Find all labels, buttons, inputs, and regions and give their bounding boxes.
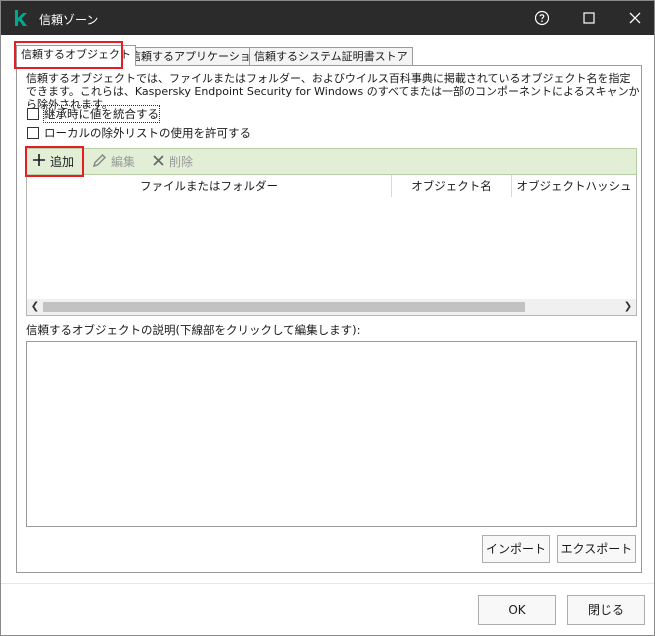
column-header-object-hash[interactable]: オブジェクトハッシュ <box>512 175 636 197</box>
tab-trusted-applications[interactable]: 信頼するアプリケーション <box>125 47 267 66</box>
ok-button[interactable]: OK <box>478 595 556 625</box>
pencil-icon <box>92 153 107 171</box>
window-title: 信頼ゾーン <box>39 13 99 27</box>
scroll-left-icon[interactable]: ❮ <box>27 299 43 315</box>
column-header-object-name[interactable]: オブジェクト名 <box>392 175 512 197</box>
close-window-button[interactable] <box>612 1 655 35</box>
merge-values-label[interactable]: 継承時に値を統合する <box>43 105 160 123</box>
object-description-area[interactable] <box>26 341 637 527</box>
import-button[interactable]: インポート <box>482 535 550 563</box>
delete-x-icon <box>152 154 165 170</box>
title-bar[interactable]: 信頼ゾーン <box>1 1 654 35</box>
trusted-zone-window: 信頼ゾーン 信頼するオブジェクト 信頼するアプリケーション 信頼するシステム証明… <box>0 0 655 636</box>
allow-local-exclusions-label[interactable]: ローカルの除外リストの使用を許可する <box>44 125 251 141</box>
object-toolbar: 追加 編集 削除 <box>26 148 637 175</box>
plus-icon <box>32 153 46 170</box>
allow-local-exclusions-checkbox[interactable] <box>27 127 39 139</box>
add-button-label: 追加 <box>50 155 75 169</box>
maximize-icon <box>583 12 595 24</box>
export-button[interactable]: エクスポート <box>557 535 636 563</box>
edit-button[interactable]: 編集 <box>92 149 135 174</box>
column-header-file-or-folder[interactable]: ファイルまたはフォルダー <box>27 175 392 197</box>
delete-button[interactable]: 削除 <box>152 149 193 174</box>
merge-values-checkbox-row[interactable]: 継承時に値を統合する <box>27 105 160 123</box>
trusted-objects-table[interactable]: ファイルまたはフォルダー オブジェクト名 オブジェクトハッシュ ❮ ❯ <box>26 175 637 316</box>
kaspersky-logo-icon <box>14 10 28 26</box>
scroll-right-icon[interactable]: ❯ <box>620 299 636 315</box>
tab-trusted-objects[interactable]: 信頼するオブジェクト <box>16 45 136 66</box>
close-button[interactable]: 閉じる <box>567 595 645 625</box>
help-button[interactable] <box>519 1 565 35</box>
edit-button-label: 編集 <box>111 155 136 169</box>
delete-button-label: 削除 <box>169 155 194 169</box>
object-description-label: 信頼するオブジェクトの説明(下線部をクリックして編集します): <box>26 323 361 337</box>
add-button[interactable]: 追加 <box>32 149 74 174</box>
tab-trusted-certificate-store[interactable]: 信頼するシステム証明書ストア <box>249 47 413 66</box>
merge-values-checkbox[interactable] <box>27 108 39 120</box>
horizontal-scrollbar[interactable]: ❮ ❯ <box>27 299 636 315</box>
maximize-button[interactable] <box>566 1 612 35</box>
scrollbar-thumb[interactable] <box>43 302 525 312</box>
footer-separator <box>1 583 654 584</box>
allow-local-exclusions-checkbox-row[interactable]: ローカルの除外リストの使用を許可する <box>27 125 251 141</box>
close-icon <box>629 12 641 24</box>
help-icon <box>534 10 550 26</box>
